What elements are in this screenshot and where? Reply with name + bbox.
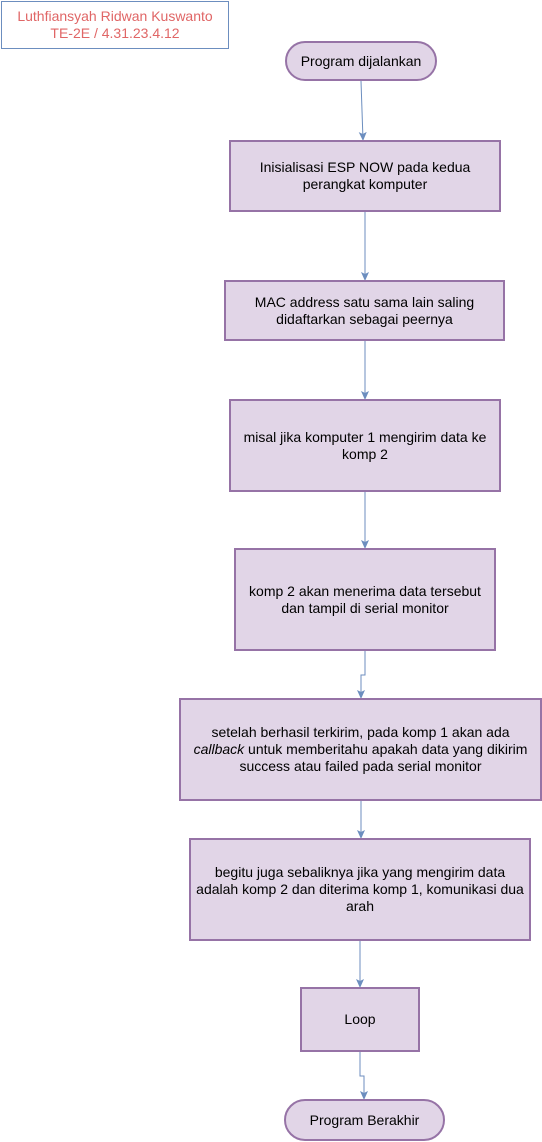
edge-step4-to-step5 [357,651,366,699]
process-step-receive-data: komp 2 akan menerima data tersebut dan t… [234,548,496,651]
step5-label-part1: setelah berhasil terkirim, pada komp 1 a… [211,724,510,740]
process-step-send-data: misal jika komputer 1 mengirim data ke k… [229,399,501,492]
edge-loop-to-end [359,1052,368,1100]
step4-label: komp 2 akan menerima data tersebut dan t… [249,582,481,616]
flowchart-canvas: Luthfiansyah Ridwan Kuswanto TE-2E / 4.3… [0,0,542,1142]
process-step-init-espnow: Inisialisasi ESP NOW pada kedua perangka… [229,140,501,212]
step5-label-part2: untuk memberitahu apakah data yang dikir… [239,741,528,774]
step6-label: begitu juga sebaliknya jika yang mengiri… [196,864,524,914]
author-info-box: Luthfiansyah Ridwan Kuswanto TE-2E / 4.3… [1,1,229,49]
step1-label: Inisialisasi ESP NOW pada kedua perangka… [259,159,471,192]
loop-label: Loop [344,1011,376,1027]
process-step-register-mac: MAC address satu sama lain saling didaft… [224,280,505,341]
step5-label-italic: callback [193,741,245,757]
process-step-loop: Loop [300,987,420,1052]
step3-label: misal jika komputer 1 mengirim data ke k… [243,428,487,462]
process-step-two-way: begitu juga sebaliknya jika yang mengiri… [189,838,531,941]
edge-start-to-step1 [358,80,367,141]
step2-label: MAC address satu sama lain saling didaft… [254,293,475,327]
author-id-line: TE-2E / 4.31.23.4.12 [50,25,180,41]
process-step-callback: setelah berhasil terkirim, pada komp 1 a… [179,698,542,801]
step5-label: setelah berhasil terkirim, pada komp 1 a… [185,724,536,775]
end-label: Program Berakhir [309,1111,420,1128]
author-name: Luthfiansyah Ridwan Kuswanto [17,8,213,24]
start-label: Program dijalankan [300,52,422,69]
end-terminal: Program Berakhir [284,1099,445,1141]
start-terminal: Program dijalankan [285,41,437,81]
